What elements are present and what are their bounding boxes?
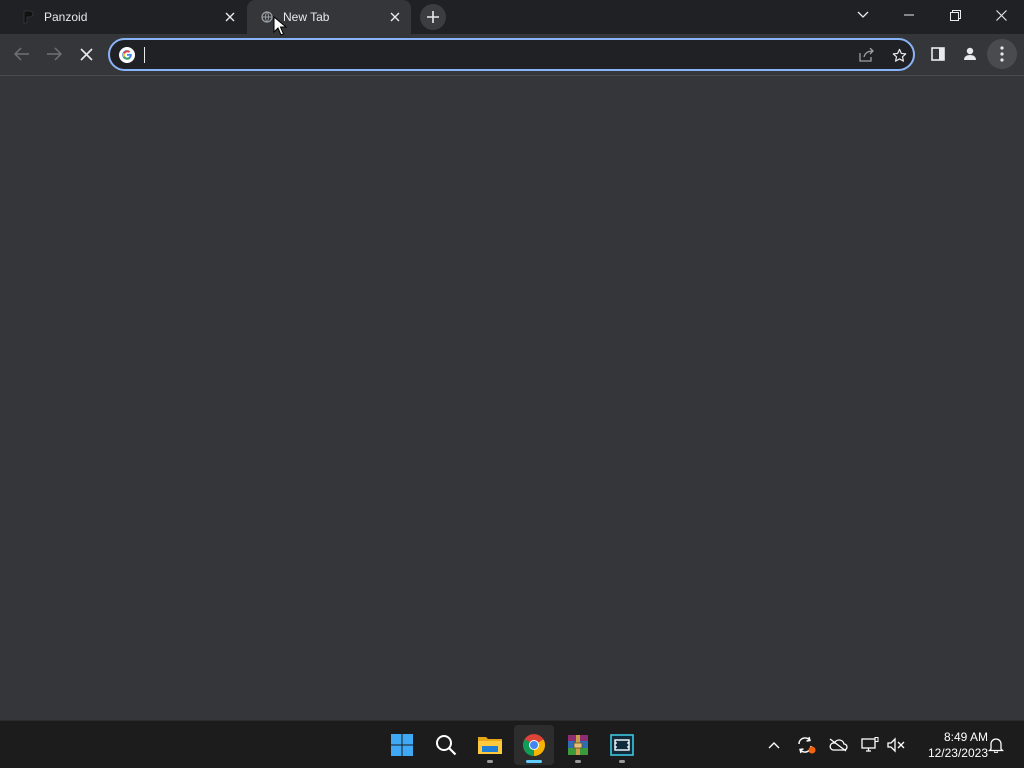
video-editor-button[interactable] xyxy=(602,725,642,765)
restore-icon xyxy=(949,9,961,21)
panzoid-favicon xyxy=(20,9,36,25)
tab-search-icon xyxy=(857,11,869,19)
forward-button[interactable] xyxy=(39,39,69,69)
clock-time: 8:49 AM xyxy=(943,730,988,744)
start-button[interactable] xyxy=(382,725,422,765)
onedrive-tray-button[interactable] xyxy=(824,731,852,759)
forward-arrow-icon xyxy=(46,47,62,61)
winrar-icon xyxy=(566,733,590,757)
stop-loading-button[interactable] xyxy=(71,39,101,69)
mouse-cursor-icon xyxy=(273,15,288,36)
address-bar[interactable] xyxy=(108,38,915,71)
plus-icon xyxy=(427,11,439,23)
bookmark-button[interactable] xyxy=(887,44,911,66)
google-icon xyxy=(119,47,135,63)
windows-start-icon xyxy=(390,733,414,757)
tab-search-button[interactable] xyxy=(840,0,886,30)
new-tab-button[interactable] xyxy=(420,4,446,30)
sync-icon xyxy=(796,736,816,754)
chrome-taskbar-button[interactable] xyxy=(514,725,554,765)
side-panel-button[interactable] xyxy=(923,39,953,69)
running-indicator xyxy=(575,760,581,763)
clock-date: 12/23/2023 xyxy=(927,746,988,760)
sync-tray-button[interactable] xyxy=(792,731,820,759)
tab-strip: Panzoid New Tab xyxy=(0,0,1024,34)
volume-tray-button[interactable] xyxy=(882,731,910,759)
tab-title: New Tab xyxy=(283,10,330,24)
taskbar: 8:49 AM 12/23/2023 xyxy=(0,720,1024,768)
stop-loading-icon xyxy=(79,47,93,61)
file-explorer-button[interactable] xyxy=(470,725,510,765)
tab-new-tab[interactable]: New Tab xyxy=(247,0,411,34)
back-arrow-icon xyxy=(14,47,30,61)
folder-icon xyxy=(477,734,503,756)
network-icon xyxy=(861,737,879,753)
show-hidden-icons-button[interactable] xyxy=(760,731,788,759)
chrome-icon xyxy=(522,733,546,757)
page-content xyxy=(0,77,1024,720)
notification-center-button[interactable] xyxy=(982,731,1010,759)
star-icon xyxy=(892,48,907,63)
profile-button[interactable] xyxy=(955,39,985,69)
side-panel-icon xyxy=(931,47,945,61)
active-indicator xyxy=(526,760,542,763)
tab-title: Panzoid xyxy=(44,10,88,24)
chevron-up-icon xyxy=(768,741,780,749)
text-caret xyxy=(144,47,145,63)
search-icon xyxy=(435,734,457,756)
chrome-menu-button[interactable] xyxy=(987,39,1017,69)
notification-bell-icon xyxy=(988,737,1004,753)
system-clock[interactable]: 8:49 AM 12/23/2023 xyxy=(912,729,988,761)
tab-panzoid[interactable]: Panzoid xyxy=(8,0,246,34)
back-button[interactable] xyxy=(7,39,37,69)
kebab-menu-icon xyxy=(1000,46,1004,62)
minimize-button[interactable] xyxy=(886,0,932,30)
onedrive-offline-icon xyxy=(828,738,848,752)
film-icon xyxy=(610,734,634,756)
running-indicator xyxy=(619,760,625,763)
winrar-button[interactable] xyxy=(558,725,598,765)
restore-button[interactable] xyxy=(932,0,978,30)
tab-close-icon[interactable] xyxy=(220,7,240,27)
address-input[interactable] xyxy=(144,44,844,66)
browser-toolbar xyxy=(0,34,1024,76)
minimize-icon xyxy=(904,14,914,16)
share-button[interactable] xyxy=(855,44,879,66)
running-indicator xyxy=(487,760,493,763)
search-button[interactable] xyxy=(426,725,466,765)
close-window-button[interactable] xyxy=(978,0,1024,30)
network-tray-button[interactable] xyxy=(856,731,884,759)
share-icon xyxy=(859,48,875,62)
tab-close-icon[interactable] xyxy=(385,7,405,27)
close-icon xyxy=(995,9,1007,21)
volume-muted-icon xyxy=(886,737,906,753)
profile-icon xyxy=(962,46,978,62)
